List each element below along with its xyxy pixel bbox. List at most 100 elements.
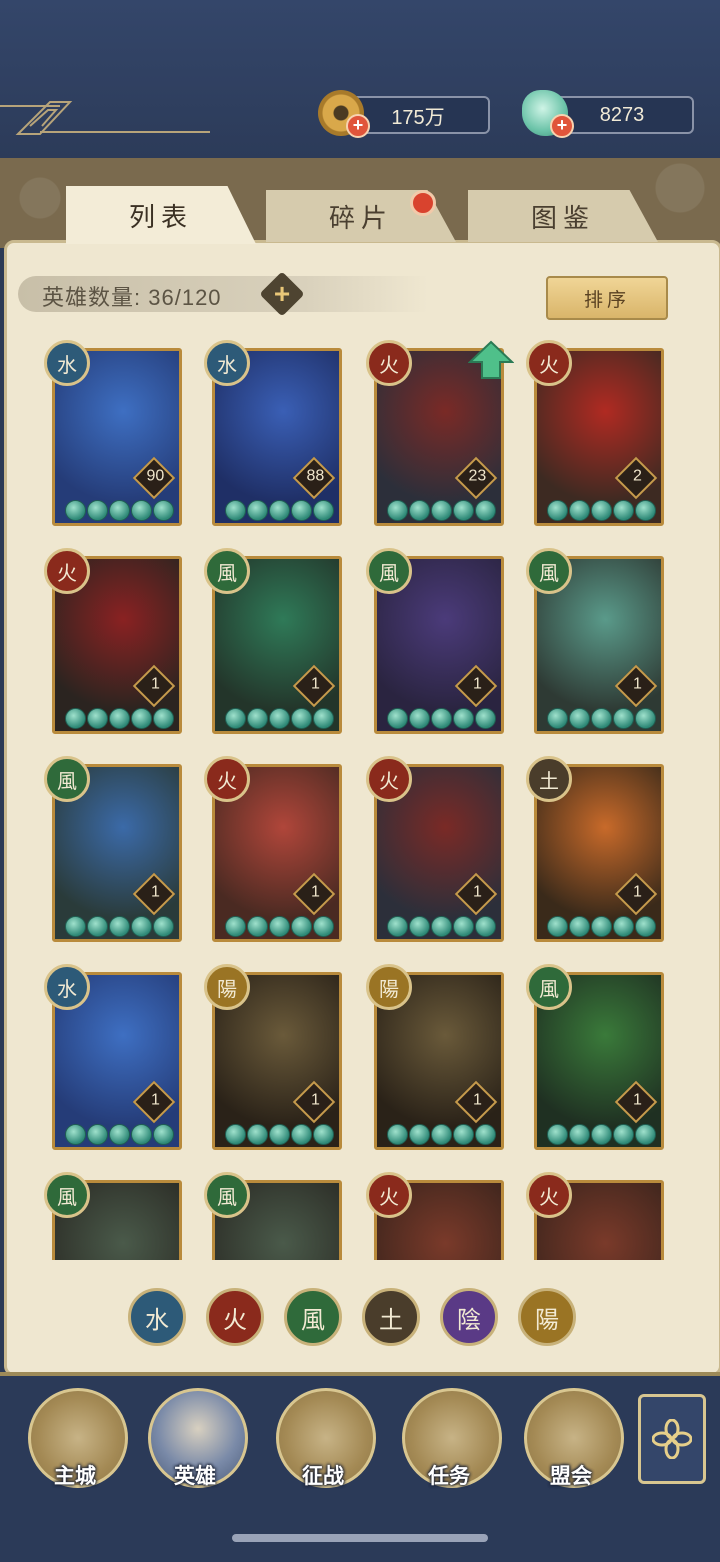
nav-label: 主城 [54,1465,96,1488]
filter-yin-button[interactable]: 陰 [440,1288,498,1346]
jade-bead-icon [65,708,86,729]
star-beads [65,500,174,521]
star-beads [65,708,174,729]
jade-bead-icon [547,1124,568,1145]
top-bar: 175万 + 8273 + [0,0,720,161]
jade-bead-icon [591,500,612,521]
flower-menu-icon[interactable] [638,1394,706,1484]
jade-bead-icon [475,708,496,729]
jade-bead-icon [409,708,430,729]
jade-bead-icon [225,500,246,521]
plus-icon: + [273,278,291,309]
hero-level: 1 [150,675,160,693]
jade-bead-icon [547,708,568,729]
hero-level: 1 [472,1091,482,1109]
star-beads [547,500,656,521]
jade-bead-icon [87,500,108,521]
hero-level: 1 [632,1091,642,1109]
filter-yang-button[interactable]: 陽 [518,1288,576,1346]
jade-bead-icon [613,708,634,729]
hero-level: 23 [468,467,487,485]
element-yang-icon: 陽 [366,964,412,1010]
tab-list[interactable]: 列表 [66,186,256,244]
star-beads [387,916,496,937]
jade-bead-icon [291,916,312,937]
element-fire-icon: 火 [44,548,90,594]
notification-dot [410,190,436,216]
jade-bead-icon [269,500,290,521]
jade-bead-icon [313,916,334,937]
add-copper-button[interactable]: + [346,114,370,138]
jade-bead-icon [291,500,312,521]
star-beads [225,708,334,729]
jade-bead-icon [247,500,268,521]
upgrade-arrow-icon [468,340,514,379]
jade-bead-icon [109,916,130,937]
hero-level: 88 [306,467,325,485]
element-wind-icon: 風 [204,1172,250,1218]
element-wind-icon: 風 [526,548,572,594]
filter-fire-button[interactable]: 火 [206,1288,264,1346]
element-water-icon: 水 [204,340,250,386]
jade-bead-icon [313,500,334,521]
element-water-icon: 水 [44,964,90,1010]
star-beads [225,500,334,521]
element-earth-icon: 土 [526,756,572,802]
element-wind-icon: 風 [44,756,90,802]
decorative-pattern-icon [0,101,210,135]
element-fire-icon: 火 [366,340,412,386]
jade-bead-icon [431,708,452,729]
jade-bead-icon [635,916,656,937]
jade-bead-icon [313,1124,334,1145]
hero-count-value: 36/120 [148,285,222,310]
jade-bead-icon [291,708,312,729]
jade-bead-icon [569,500,590,521]
jade-bead-icon [453,500,474,521]
tab-codex[interactable]: 图鉴 [468,190,658,242]
add-jade-button[interactable]: + [550,114,574,138]
jade-bead-icon [453,1124,474,1145]
filter-wind-button[interactable]: 風 [284,1288,342,1346]
element-fire-icon: 火 [204,756,250,802]
jade-bead-icon [613,1124,634,1145]
jade-bead-icon [131,500,152,521]
jade-bead-icon [131,1124,152,1145]
jade-bead-icon [131,708,152,729]
jade-bead-icon [431,500,452,521]
jade-bead-icon [431,1124,452,1145]
jade-bead-icon [153,708,174,729]
star-beads [387,708,496,729]
star-beads [225,916,334,937]
hero-count-label: 英雄数量: [42,285,142,310]
hero-level: 1 [632,675,642,693]
star-beads [387,1124,496,1145]
jade-bead-icon [65,1124,86,1145]
star-beads [547,916,656,937]
jade-bead-icon [225,708,246,729]
jade-bead-icon [247,1124,268,1145]
jade-bead-icon [591,708,612,729]
jade-bead-icon [569,708,590,729]
jade-bead-icon [65,500,86,521]
jade-bead-icon [635,1124,656,1145]
jade-bead-icon [409,1124,430,1145]
jade-bead-icon [153,1124,174,1145]
expand-capacity-button[interactable]: + [259,271,305,317]
home-indicator[interactable] [232,1534,488,1542]
filter-earth-button[interactable]: 土 [362,1288,420,1346]
jade-bead-icon [87,1124,108,1145]
hero-count: 英雄数量: 36/120 [42,280,222,312]
element-filter-row: 水火風土陰陽 [128,1288,576,1346]
element-wind-icon: 風 [204,548,250,594]
nav-label: 盟会 [550,1465,592,1488]
jade-bead-icon [475,500,496,521]
filter-water-button[interactable]: 水 [128,1288,186,1346]
sort-button[interactable]: 排序 [546,276,668,320]
hero-level: 2 [632,467,642,485]
element-wind-icon: 風 [44,1172,90,1218]
jade-bead-icon [87,708,108,729]
jade-bead-icon [247,916,268,937]
nav-label: 征战 [302,1465,344,1488]
nav-label: 任务 [428,1465,470,1488]
hero-level: 1 [632,883,642,901]
